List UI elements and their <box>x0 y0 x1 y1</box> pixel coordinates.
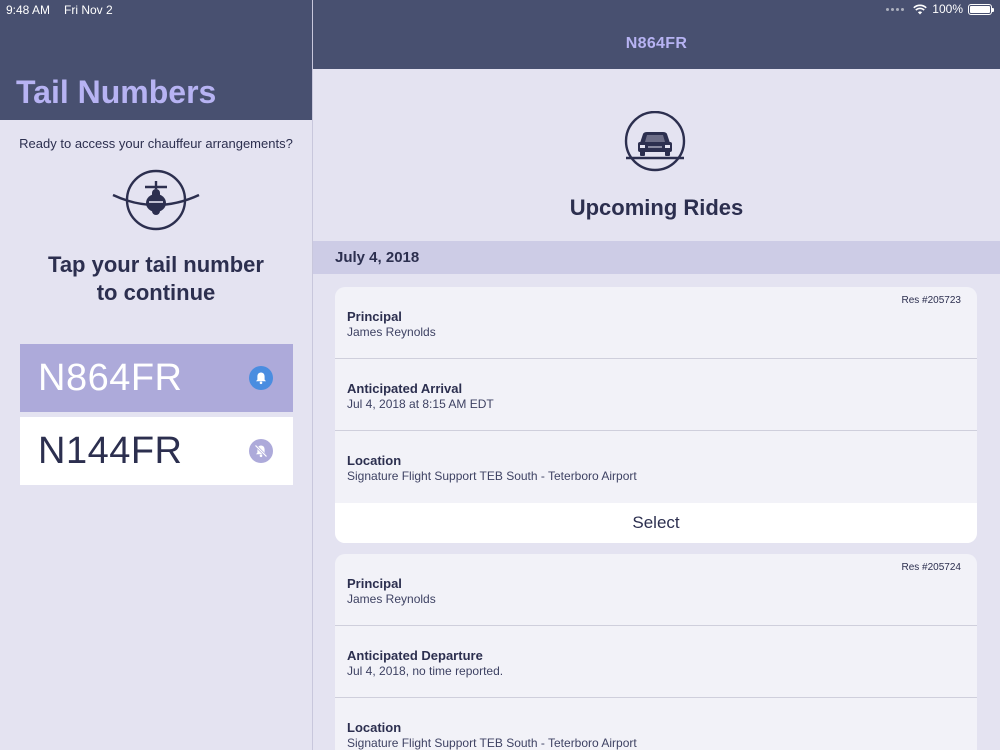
tail-number-list: N864FR N144FR <box>20 344 293 490</box>
status-bar: 9:48 AM Fri Nov 2 100% <box>0 0 1000 20</box>
bell-icon[interactable] <box>249 366 273 390</box>
airplane-icon <box>112 169 200 231</box>
tail-item-n144fr[interactable]: N144FR <box>20 417 293 485</box>
tap-instruction-line2: to continue <box>96 280 216 305</box>
row-value: Signature Flight Support TEB South - Tet… <box>347 736 637 750</box>
tail-item-n864fr[interactable]: N864FR <box>20 344 293 412</box>
row-label: Location <box>347 720 402 735</box>
hero: Upcoming Rides <box>313 69 1000 241</box>
sidebar: Tail Numbers Ready to access your chauff… <box>0 0 312 750</box>
row-label: Location <box>347 453 402 468</box>
car-icon <box>624 111 686 172</box>
reservation-number: Res #205723 <box>901 295 962 306</box>
ride-principal-row: Principal James Reynolds <box>335 287 977 359</box>
sidebar-title: Tail Numbers <box>16 74 217 110</box>
reservation-number: Res #205724 <box>901 562 962 573</box>
battery-icon <box>968 3 994 15</box>
select-ride-button[interactable]: Select <box>335 503 977 543</box>
ride-card: Res #205724 Principal James Reynolds Ant… <box>335 554 977 750</box>
row-value: Jul 4, 2018, no time reported. <box>347 664 504 678</box>
battery-percent: 100% <box>932 2 963 16</box>
bell-slash-icon[interactable] <box>249 439 273 463</box>
status-indicators: 100% <box>886 2 994 16</box>
row-label: Anticipated Departure <box>347 648 483 663</box>
ride-location-row: Location Signature Flight Support TEB So… <box>335 431 977 503</box>
status-date: Fri Nov 2 <box>64 3 113 17</box>
ride-arrival-row: Anticipated Arrival Jul 4, 2018 at 8:15 … <box>335 359 977 431</box>
wifi-icon <box>913 4 928 14</box>
row-value: James Reynolds <box>347 592 436 606</box>
tail-number-label: N864FR <box>38 356 183 399</box>
row-value: Jul 4, 2018 at 8:15 AM EDT <box>347 397 494 411</box>
ride-card: Res #205723 Principal James Reynolds Ant… <box>335 287 977 543</box>
main-title: N864FR <box>625 35 688 52</box>
row-label: Principal <box>347 576 402 591</box>
row-label: Anticipated Arrival <box>347 381 463 396</box>
sidebar-prompt: Ready to access your chauffeur arrangeme… <box>19 136 293 151</box>
upcoming-rides-title: Upcoming Rides <box>569 195 744 220</box>
tail-number-label: N144FR <box>38 429 183 472</box>
row-label: Principal <box>347 309 402 324</box>
tap-instruction-line1: Tap your tail number <box>48 252 264 277</box>
main-panel: N864FR Upcoming Rides July 4, 2018 Res #… <box>313 0 1000 750</box>
tap-instruction: Tap your tail number to continue <box>0 251 312 307</box>
status-time: 9:48 AM <box>6 3 51 17</box>
date-section-header: July 4, 2018 <box>313 241 1000 274</box>
ride-principal-row: Principal James Reynolds <box>335 554 977 626</box>
row-value: James Reynolds <box>347 325 436 339</box>
ride-departure-row: Anticipated Departure Jul 4, 2018, no ti… <box>335 626 977 698</box>
ride-location-row: Location Signature Flight Support TEB So… <box>335 698 977 750</box>
cellular-signal-icon <box>886 7 905 11</box>
row-value: Signature Flight Support TEB South - Tet… <box>347 469 637 483</box>
